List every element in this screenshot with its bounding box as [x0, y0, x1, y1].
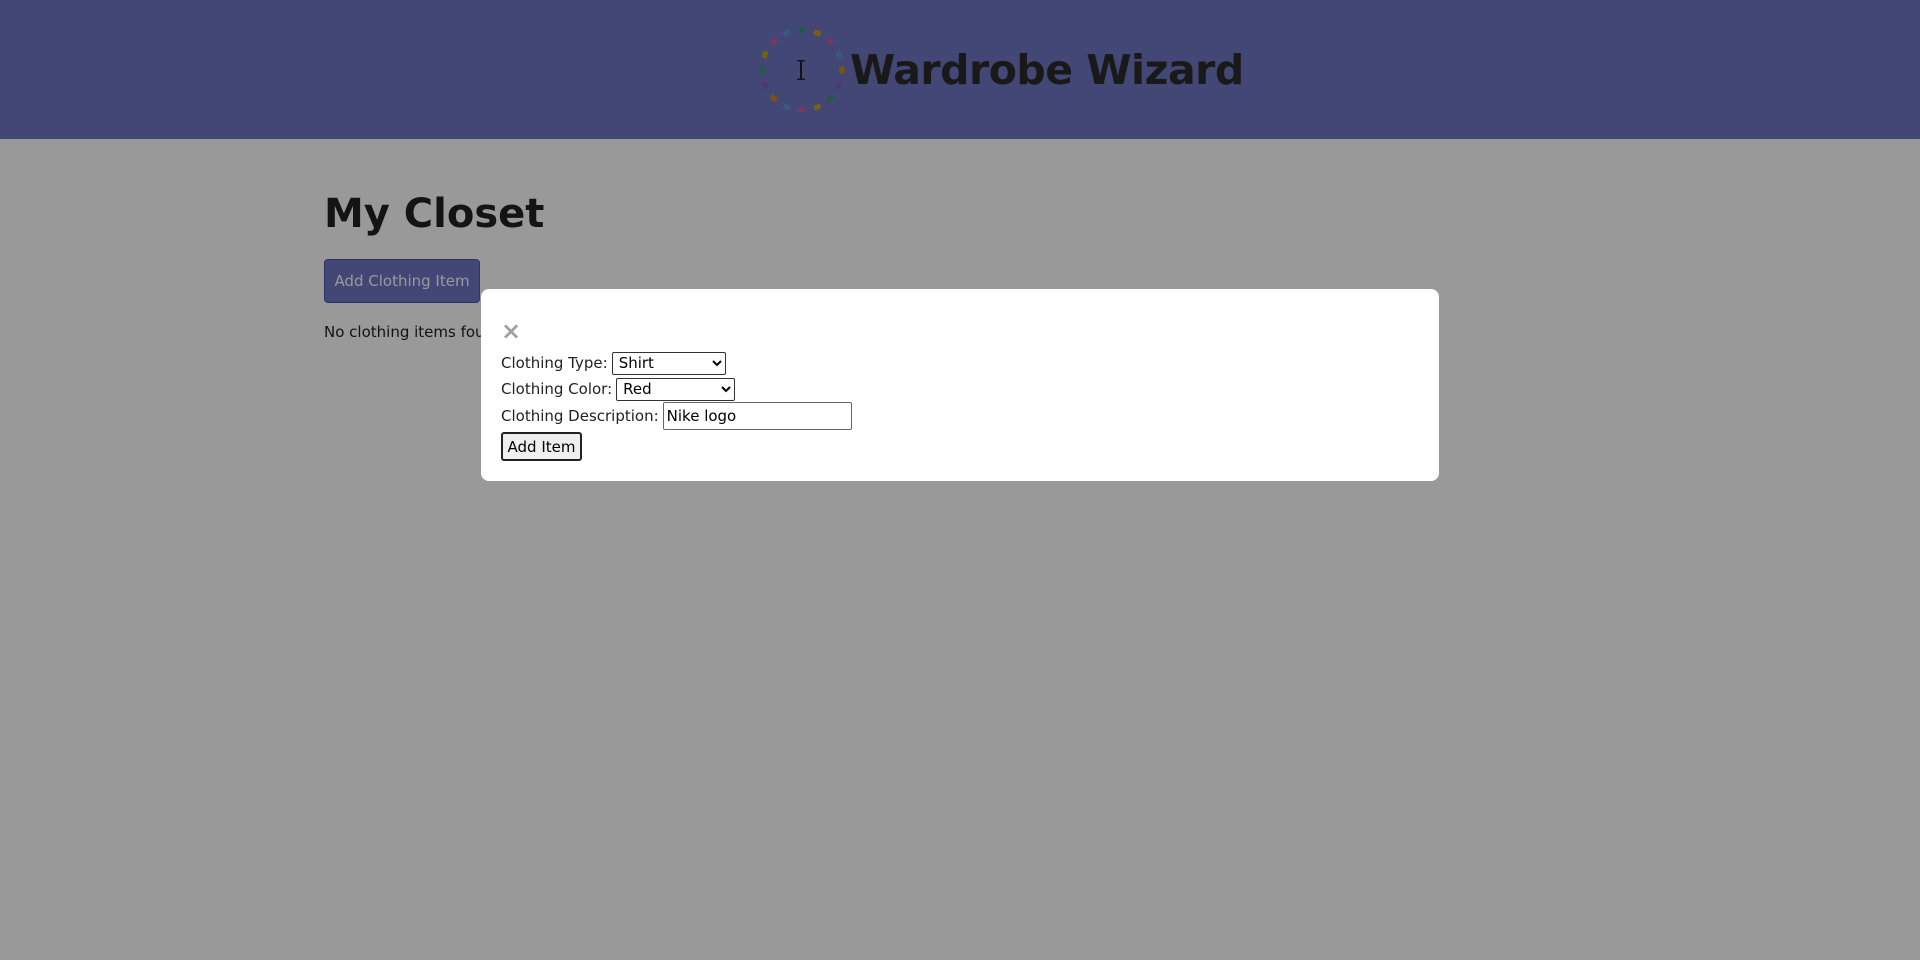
- clothing-color-select[interactable]: Red: [616, 377, 736, 401]
- add-item-submit-button[interactable]: Add Item: [501, 432, 582, 461]
- clothing-color-label: Clothing Color:: [501, 380, 613, 398]
- add-item-modal: × Clothing Type: Shirt Clothing Color: R…: [481, 289, 1439, 481]
- close-icon[interactable]: ×: [500, 319, 522, 343]
- clothing-description-input[interactable]: [662, 402, 852, 430]
- clothing-description-row: Clothing Description:: [501, 401, 852, 431]
- clothing-type-label: Clothing Type:: [501, 354, 608, 372]
- clothing-color-row: Clothing Color: Red: [501, 377, 736, 401]
- clothing-type-select[interactable]: Shirt: [611, 351, 726, 375]
- clothing-type-row: Clothing Type: Shirt: [501, 351, 726, 375]
- clothing-description-label: Clothing Description:: [501, 407, 659, 425]
